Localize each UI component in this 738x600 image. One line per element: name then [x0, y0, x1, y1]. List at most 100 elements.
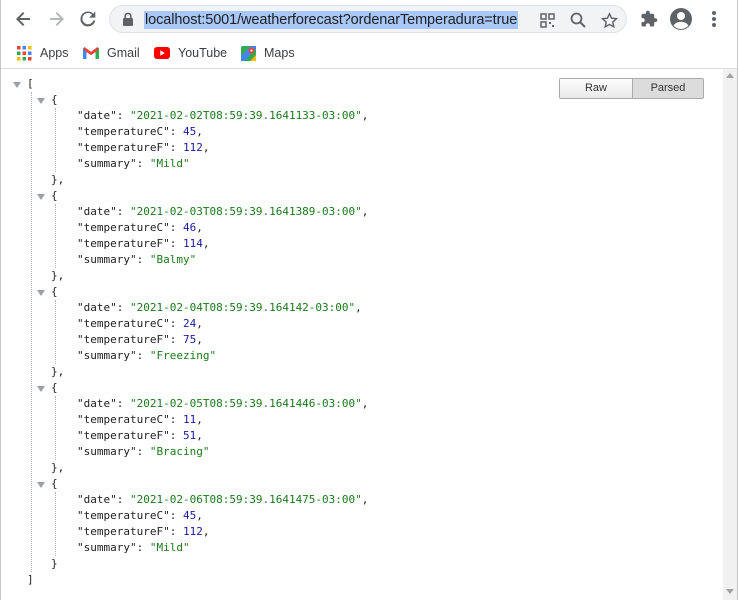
browser-toolbar: localhost:5001/weatherforecast?ordenarTe… [1, 0, 737, 38]
bookmark-star-icon[interactable] [600, 11, 618, 29]
json-value-summary: "Bracing" [149, 445, 210, 458]
reload-icon [80, 11, 96, 27]
json-value-summary: "Mild" [149, 157, 190, 170]
indent-guide [31, 92, 32, 572]
vertical-scrollbar[interactable] [723, 69, 737, 600]
raw-button[interactable]: Raw [560, 79, 633, 98]
youtube-icon [154, 47, 170, 59]
object-open-brace: { [51, 93, 58, 106]
object-close-brace: }, [51, 365, 65, 378]
json-value-date: "2021-02-04T08:59:39.164142-03:00" [130, 301, 356, 314]
array-open-bracket: [ [27, 77, 34, 90]
bookmark-maps[interactable]: Maps [241, 42, 295, 64]
zoom-icon[interactable] [569, 11, 587, 29]
json-value-temperature-c: 45 [182, 509, 197, 522]
parsed-button[interactable]: Parsed [633, 79, 703, 98]
bookmark-gmail[interactable]: Gmail [83, 42, 140, 64]
json-value-summary: "Mild" [149, 541, 190, 554]
apps-grid-icon [17, 45, 32, 61]
lock-icon [122, 12, 134, 31]
json-key: "summary" [77, 253, 137, 266]
json-key: "temperatureC" [77, 221, 170, 234]
json-key: "summary" [77, 541, 137, 554]
object-open-brace: { [51, 381, 58, 394]
json-value-temperature-c: 45 [182, 125, 197, 138]
bookmark-label: YouTube [178, 46, 228, 60]
object-open-brace: { [51, 189, 58, 202]
json-key: "temperatureC" [77, 509, 170, 522]
indent-guide [55, 300, 56, 364]
kebab-menu-icon[interactable] [702, 7, 726, 31]
json-key: "summary" [77, 349, 137, 362]
object-close-brace: }, [51, 461, 65, 474]
reload-button[interactable] [75, 6, 101, 32]
json-value-temperature-c: 46 [182, 221, 197, 234]
forward-arrow-icon [50, 12, 64, 26]
object-close-brace: } [51, 557, 58, 570]
url-text[interactable]: localhost:5001/weatherforecast?ordenarTe… [144, 11, 519, 29]
json-value-temperature-f: 112 [182, 525, 203, 538]
collapse-toggle[interactable] [37, 194, 45, 200]
object-close-brace: }, [51, 269, 65, 282]
array-close-bracket: ] [27, 573, 34, 586]
back-arrow-icon [16, 12, 30, 26]
json-value-date: "2021-02-03T08:59:39.1641389-03:00" [130, 205, 362, 218]
json-value-temperature-f: 112 [182, 141, 203, 154]
collapse-toggle[interactable] [37, 98, 45, 104]
json-value-date: "2021-02-02T08:59:39.1641133-03:00" [130, 109, 362, 122]
object-open-brace: { [51, 477, 58, 490]
bookmark-label: Gmail [107, 46, 140, 60]
address-bar[interactable]: localhost:5001/weatherforecast?ordenarTe… [109, 5, 627, 33]
json-key: "temperatureC" [77, 317, 170, 330]
json-value-summary: "Freezing" [149, 349, 217, 362]
collapse-toggle[interactable] [37, 386, 45, 392]
collapse-toggle[interactable] [37, 290, 45, 296]
json-key: "temperatureF" [77, 141, 170, 154]
bookmarks-bar: Apps Gmail YouTube Maps [1, 38, 737, 69]
collapse-toggle[interactable] [13, 82, 21, 88]
json-value-temperature-c: 24 [182, 317, 197, 330]
collapse-toggle[interactable] [37, 482, 45, 488]
json-value-temperature-f: 51 [182, 429, 197, 442]
json-value-date: "2021-02-05T08:59:39.1641446-03:00" [130, 397, 362, 410]
object-open-brace: { [51, 285, 58, 298]
indent-guide [55, 204, 56, 268]
profile-avatar-icon[interactable] [669, 7, 693, 31]
indent-guide [55, 396, 56, 460]
object-close-brace: }, [51, 173, 65, 186]
json-value-summary: "Balmy" [149, 253, 197, 266]
bookmark-label: Apps [40, 46, 69, 60]
maps-icon [241, 45, 256, 61]
json-key: "date" [77, 109, 117, 122]
json-key: "date" [77, 205, 117, 218]
raw-parsed-toggle: Raw Parsed [559, 78, 704, 99]
json-key: "temperatureF" [77, 333, 170, 346]
json-key: "summary" [77, 445, 137, 458]
scroll-up-arrow-icon[interactable] [726, 73, 734, 78]
qr-code-icon[interactable] [538, 11, 556, 29]
json-viewer: Raw Parsed [ { "date": "2021-02-02T08:59… [1, 69, 737, 600]
indent-guide [55, 492, 56, 556]
json-value-temperature-f: 114 [182, 237, 203, 250]
json-value-date: "2021-02-06T08:59:39.1641475-03:00" [130, 493, 362, 506]
json-key: "temperatureC" [77, 125, 170, 138]
json-key: "date" [77, 301, 117, 314]
json-value-temperature-f: 75 [182, 333, 197, 346]
json-key: "temperatureF" [77, 429, 170, 442]
json-key: "temperatureF" [77, 525, 170, 538]
back-button[interactable] [11, 6, 37, 32]
indent-guide [55, 108, 56, 172]
json-key: "temperatureC" [77, 413, 170, 426]
forward-button[interactable] [43, 6, 69, 32]
bookmark-youtube[interactable]: YouTube [154, 42, 227, 64]
gmail-icon [83, 47, 99, 59]
json-key: "temperatureF" [77, 237, 170, 250]
scroll-down-arrow-icon[interactable] [726, 589, 734, 594]
extensions-puzzle-icon[interactable] [637, 7, 661, 31]
json-value-temperature-c: 11 [182, 413, 197, 426]
json-key: "summary" [77, 157, 137, 170]
bookmark-label: Maps [264, 46, 295, 60]
json-key: "date" [77, 397, 117, 410]
json-key: "date" [77, 493, 117, 506]
bookmark-apps[interactable]: Apps [17, 42, 69, 64]
